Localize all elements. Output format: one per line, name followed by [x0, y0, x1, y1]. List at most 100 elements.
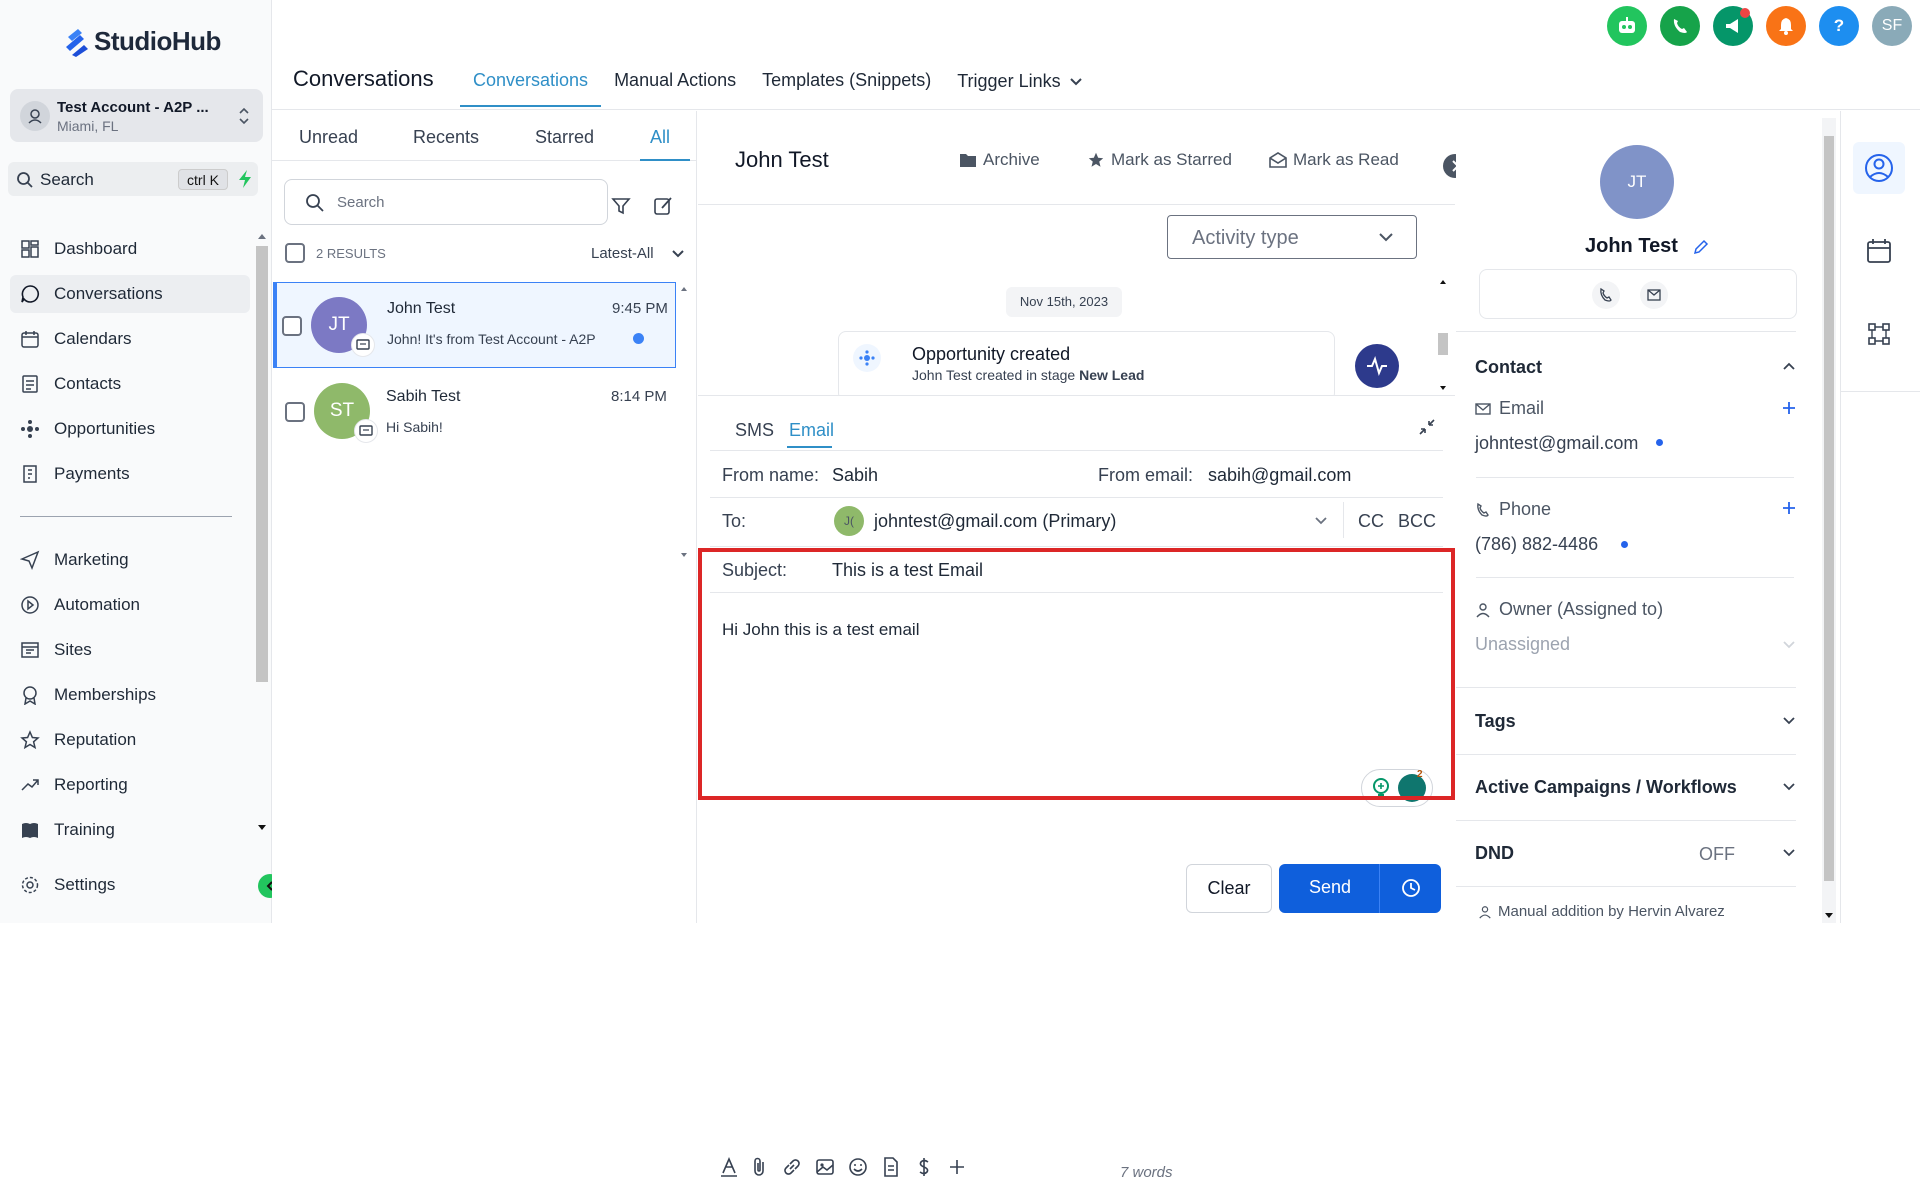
list-scrollbar[interactable] — [678, 282, 690, 562]
chevron-up-icon[interactable] — [1782, 361, 1796, 371]
tab-all[interactable]: All — [650, 127, 670, 148]
tab-trigger-links[interactable]: Trigger Links — [944, 60, 1095, 107]
nav-label: Payments — [54, 464, 130, 483]
conversation-checkbox[interactable] — [285, 402, 305, 422]
phone-value[interactable]: (786) 882-4486 — [1475, 534, 1598, 555]
emoji-icon[interactable] — [847, 1156, 869, 1178]
phone-icon[interactable] — [1660, 6, 1700, 46]
call-icon[interactable] — [1592, 281, 1620, 309]
contact-section-title[interactable]: Contact — [1475, 357, 1542, 378]
text-format-icon[interactable] — [718, 1156, 740, 1178]
account-switcher[interactable]: Test Account - A2P ... Miami, FL — [10, 89, 263, 142]
nav-contacts[interactable]: Contacts — [10, 365, 250, 403]
activity-card[interactable]: Opportunity created John Test created in… — [838, 331, 1335, 401]
select-all-checkbox[interactable] — [285, 243, 305, 263]
chevron-down-icon[interactable] — [1782, 640, 1796, 650]
dnd-section[interactable]: DND — [1475, 843, 1514, 864]
top-bar: ? SF Conversations Conversations Manual … — [272, 0, 1920, 110]
user-avatar[interactable]: SF — [1872, 6, 1912, 46]
to-recipient-select[interactable]: johntest@gmail.com (Primary) — [874, 511, 1116, 532]
star-icon — [20, 730, 40, 750]
archive-button[interactable]: Archive — [959, 150, 1040, 170]
image-icon[interactable] — [814, 1156, 836, 1178]
clear-button[interactable]: Clear — [1186, 864, 1272, 913]
nav-training[interactable]: Training — [10, 811, 250, 849]
plus-icon[interactable] — [946, 1156, 968, 1178]
page-title: Conversations — [293, 66, 434, 91]
bot-icon[interactable] — [1607, 6, 1647, 46]
composer-tab-sms[interactable]: SMS — [735, 420, 774, 441]
add-phone-icon[interactable] — [1782, 501, 1796, 515]
contact-panel-scrollbar[interactable] — [1822, 118, 1836, 923]
compose-icon[interactable] — [652, 195, 674, 217]
conversation-item[interactable]: ST Sabih Test 8:14 PM Hi Sabih! — [273, 370, 676, 456]
add-email-icon[interactable] — [1782, 401, 1796, 415]
minimize-icon[interactable] — [1418, 418, 1436, 436]
nav-opportunities[interactable]: Opportunities — [10, 410, 250, 448]
nav-automation[interactable]: Automation — [10, 586, 250, 624]
chevron-down-icon[interactable] — [1782, 848, 1796, 858]
composer-tab-email[interactable]: Email — [789, 420, 834, 441]
email-value[interactable]: johntest@gmail.com — [1475, 433, 1638, 454]
bcc-button[interactable]: BCC — [1398, 511, 1436, 532]
nav-settings[interactable]: Settings — [10, 866, 250, 904]
help-icon[interactable]: ? — [1819, 6, 1859, 46]
conversation-checkbox[interactable] — [282, 316, 302, 336]
nav-marketing[interactable]: Marketing — [10, 541, 250, 579]
send-button[interactable]: Send — [1279, 864, 1441, 913]
sidebar-scrollbar[interactable] — [254, 228, 270, 840]
brand-logo[interactable]: StudioHub — [64, 26, 221, 57]
from-email-value[interactable]: sabih@gmail.com — [1208, 465, 1351, 486]
tab-templates[interactable]: Templates (Snippets) — [749, 60, 944, 107]
calendar-tab[interactable] — [1853, 226, 1905, 278]
nav-reporting[interactable]: Reporting — [10, 766, 250, 804]
tab-unread[interactable]: Unread — [299, 127, 358, 148]
link-icon[interactable] — [781, 1156, 803, 1178]
dollar-icon[interactable] — [913, 1156, 935, 1178]
automation-tab[interactable] — [1853, 308, 1905, 360]
lightning-icon[interactable] — [237, 169, 253, 189]
global-search[interactable]: Search ctrl K — [8, 162, 258, 196]
bell-icon[interactable] — [1766, 6, 1806, 46]
schedule-clock-icon[interactable] — [1400, 877, 1422, 899]
nav-conversations[interactable]: Conversations — [10, 275, 250, 313]
attachment-icon[interactable] — [748, 1156, 770, 1178]
cc-button[interactable]: CC — [1358, 511, 1384, 532]
tab-recents[interactable]: Recents — [413, 127, 479, 148]
chevron-down-icon[interactable] — [1782, 782, 1796, 792]
edit-icon[interactable] — [1693, 239, 1709, 255]
from-name-value[interactable]: Sabih — [832, 465, 878, 486]
nav-payments[interactable]: Payments — [10, 455, 250, 493]
tab-conversations[interactable]: Conversations — [460, 60, 602, 107]
thread-contact-name: John Test — [735, 147, 829, 172]
chevron-down-icon[interactable] — [1782, 716, 1796, 726]
badge-icon — [20, 685, 40, 705]
owner-select[interactable]: Unassigned — [1475, 634, 1570, 655]
sort-dropdown[interactable]: Latest-All — [591, 245, 654, 262]
mail-icon[interactable] — [1640, 281, 1668, 309]
tab-manual-actions[interactable]: Manual Actions — [601, 60, 749, 107]
tab-starred[interactable]: Starred — [535, 127, 594, 148]
mark-starred-button[interactable]: Mark as Starred — [1087, 150, 1232, 170]
filter-icon[interactable] — [610, 195, 632, 217]
activity-pulse-icon[interactable] — [1355, 344, 1399, 388]
conversation-item[interactable]: JT John Test 9:45 PM John! It's from Tes… — [273, 282, 676, 368]
nav-reputation[interactable]: Reputation — [10, 721, 250, 759]
contact-tab[interactable] — [1853, 142, 1905, 194]
mark-read-button[interactable]: Mark as Read — [1269, 150, 1399, 170]
nav-sites[interactable]: Sites — [10, 631, 250, 669]
chevron-updown-icon — [239, 107, 249, 125]
tags-section[interactable]: Tags — [1475, 711, 1516, 732]
nav-dashboard[interactable]: Dashboard — [10, 230, 250, 268]
chevron-down-icon[interactable] — [671, 249, 685, 259]
activity-type-select[interactable]: Activity type — [1167, 215, 1417, 259]
conversation-search-input[interactable]: Search — [284, 179, 608, 225]
nav-memberships[interactable]: Memberships — [10, 676, 250, 714]
campaigns-section[interactable]: Active Campaigns / Workflows — [1475, 777, 1737, 798]
star-icon — [1088, 152, 1104, 167]
template-icon[interactable] — [880, 1156, 902, 1178]
megaphone-icon[interactable] — [1713, 6, 1753, 46]
nav-calendars[interactable]: Calendars — [10, 320, 250, 358]
thread-scrollbar[interactable] — [1437, 275, 1449, 395]
chevron-down-icon[interactable] — [1314, 516, 1328, 526]
